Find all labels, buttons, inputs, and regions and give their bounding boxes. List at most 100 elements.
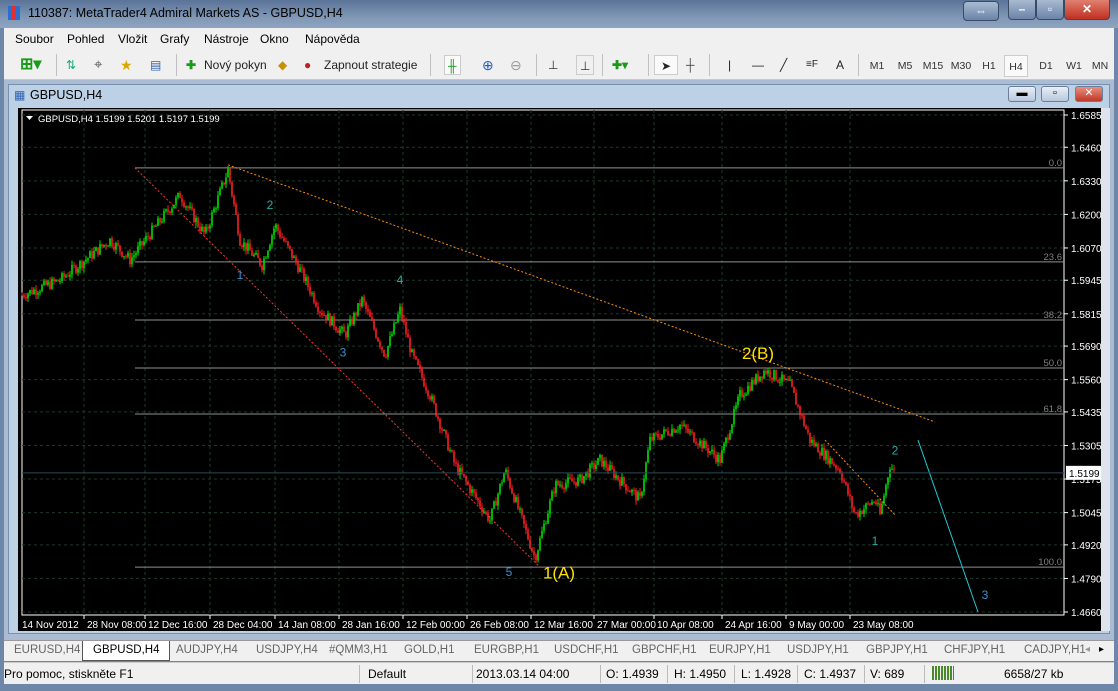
timeframe-h1[interactable]: H1	[977, 55, 1001, 77]
candle-body	[185, 206, 187, 208]
candle-body	[481, 506, 483, 513]
candle-body	[801, 415, 803, 417]
candle-body	[627, 490, 629, 492]
candle-body	[107, 245, 109, 247]
candlestick-chart-icon[interactable]: ╫	[444, 55, 461, 75]
horizontal-line-icon[interactable]: —	[752, 55, 764, 75]
minimize-button[interactable]: –	[1008, 0, 1036, 20]
new-chart-icon[interactable]: ⊞▾	[20, 55, 41, 75]
terminal-icon[interactable]: ▤	[150, 55, 161, 75]
tabs-scroll-right[interactable]: ▸	[1099, 644, 1104, 655]
timeframe-d1[interactable]: D1	[1034, 55, 1058, 77]
tab-cadjpyh1[interactable]: CADJPY,H1	[1024, 644, 1086, 656]
tab-usdjpyh4[interactable]: USDJPY,H4	[256, 644, 318, 656]
chart-close-button[interactable]: ✕	[1075, 86, 1103, 102]
timeframe-h4[interactable]: H4	[1004, 55, 1028, 77]
candle-body	[21, 294, 23, 296]
menu-okno[interactable]: Okno	[260, 32, 289, 46]
candle-body	[287, 241, 289, 246]
zoom-in-icon[interactable]: ⊕	[482, 55, 494, 75]
fibonacci-label: 61.8	[1044, 404, 1063, 415]
tab-gbpusdh4[interactable]: GBPUSD,H4	[82, 641, 171, 661]
wave-label: 3	[340, 345, 347, 359]
candle-body	[519, 508, 521, 510]
timeframe-w1[interactable]: W1	[1062, 55, 1086, 77]
candle-body	[65, 275, 67, 277]
zoom-out-icon[interactable]: ⊖	[510, 55, 522, 75]
new-order-icon[interactable]: ✚	[186, 55, 196, 75]
market-watch-icon[interactable]: ⇅	[66, 55, 76, 75]
candle-body	[727, 437, 729, 440]
menu-napoveda[interactable]: Nápověda	[305, 32, 360, 46]
price-chart[interactable]: 1.6585 1.6460 1.6330 1.6200 1.6070 1.5945 1.58…	[18, 108, 1107, 631]
tab-eurjpyh1[interactable]: EURJPY,H1	[709, 644, 771, 656]
fibonacci-icon[interactable]: ≡F	[806, 55, 818, 75]
autotrading-button[interactable]: Zapnout strategie	[324, 55, 417, 75]
menu-nastroje[interactable]: Nástroje	[204, 32, 249, 46]
candle-body	[693, 432, 695, 443]
tab-eurgbph1[interactable]: EURGBP,H1	[474, 644, 539, 656]
tab-qmm3h1[interactable]: #QMM3,H1	[329, 644, 388, 656]
candle-body	[787, 378, 789, 381]
y-tick-label: 1.6200	[1071, 210, 1102, 221]
chart-minimize-button[interactable]: ▬	[1008, 86, 1036, 102]
autoscroll-icon[interactable]: ⊥	[576, 55, 595, 75]
tab-goldh1[interactable]: GOLD,H1	[404, 644, 455, 656]
candle-body	[877, 503, 879, 505]
menu-soubor[interactable]: Soubor	[15, 32, 54, 46]
text-tool-icon[interactable]: A	[836, 55, 844, 75]
trendline-icon[interactable]: ╱	[780, 55, 787, 75]
menu-grafy[interactable]: Grafy	[160, 32, 189, 46]
cursor-icon[interactable]: ➤	[654, 55, 679, 75]
tabs-scroll-left[interactable]: ◂	[1085, 644, 1090, 655]
timeframe-m5[interactable]: M5	[893, 55, 917, 77]
new-order-button[interactable]: Nový pokyn	[204, 55, 267, 75]
candle-body	[399, 306, 401, 315]
candle-body	[455, 462, 457, 464]
tab-chfjpyh1[interactable]: CHFJPY,H1	[944, 644, 1005, 656]
tab-usdjpyh1[interactable]: USDJPY,H1	[787, 644, 849, 656]
close-button[interactable]: ✕	[1064, 0, 1110, 20]
maximize-button[interactable]: ▫	[1036, 0, 1064, 20]
candle-body	[113, 246, 115, 250]
candle-body	[685, 424, 687, 429]
alert-icon[interactable]: ◆	[278, 55, 287, 75]
candle-body	[555, 481, 557, 494]
vertical-line-icon[interactable]: |	[728, 55, 731, 75]
tab-eurusdh4[interactable]: EURUSD,H4	[14, 644, 80, 656]
candle-body	[517, 497, 519, 509]
menu-vlozit[interactable]: Vložit	[118, 32, 147, 46]
candle-body	[497, 493, 499, 506]
tab-audjpyh4[interactable]: AUDJPY,H4	[176, 644, 238, 656]
timeframe-m15[interactable]: M15	[921, 55, 945, 77]
candle-body	[393, 323, 395, 335]
menu-pohled[interactable]: Pohled	[67, 32, 104, 46]
templates-icon[interactable]: ✚▾	[612, 55, 628, 75]
candle-body	[639, 492, 641, 496]
candle-body	[271, 235, 273, 245]
candle-body	[225, 177, 227, 185]
tab-usdchfh1[interactable]: USDCHF,H1	[554, 644, 619, 656]
y-tick-label: 1.6585	[1071, 111, 1102, 122]
chart-maximize-button[interactable]: ▫	[1041, 86, 1069, 102]
crosshair-navigator-icon[interactable]: ⌖	[94, 55, 102, 75]
candle-body	[841, 473, 843, 481]
timeframe-m1[interactable]: M1	[865, 55, 889, 77]
crosshair-icon[interactable]: ┼	[686, 55, 695, 75]
candle-body	[595, 464, 597, 469]
timeframe-mn[interactable]: MN	[1088, 55, 1112, 77]
candle-body	[661, 434, 663, 440]
chart-scrollbar[interactable]	[1101, 108, 1110, 631]
chart-shift-icon[interactable]: ⊥	[548, 55, 558, 75]
tab-gbpjpyh1[interactable]: GBPJPY,H1	[866, 644, 928, 656]
candle-body	[201, 226, 203, 232]
autotrading-icon[interactable]: ●	[304, 55, 311, 75]
tab-gbpchfh1[interactable]: GBPCHF,H1	[632, 644, 697, 656]
candle-body	[657, 433, 659, 438]
timeframe-m30[interactable]: M30	[949, 55, 973, 77]
candle-body	[183, 202, 185, 207]
candle-body	[423, 377, 425, 387]
favorites-icon[interactable]: ★	[120, 55, 133, 75]
resize-icon[interactable]: ⇔	[963, 1, 999, 21]
chart-header-arrow-icon	[26, 116, 33, 120]
